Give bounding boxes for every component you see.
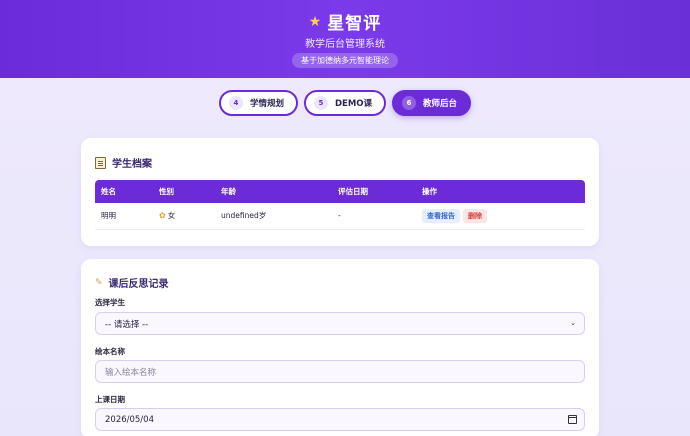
app-subtitle: 教学后台管理系统 (305, 39, 385, 50)
delete-button[interactable]: 删除 (463, 208, 487, 223)
tab-number: 6 (402, 96, 417, 110)
star-icon: ★ (308, 13, 322, 30)
student-select-value: -- 请选择 -- (105, 319, 149, 330)
class-date-value: 2026/05/04 (105, 414, 154, 425)
tab-number: 4 (228, 96, 243, 110)
tab-label: 教师后台 (423, 99, 458, 109)
column-header: 姓名 (101, 187, 116, 196)
column-header: 性别 (159, 187, 174, 196)
student-profiles-card: 学生档案 姓名 性别 年龄 评估日期 操作 明明 ✿ 女 undefined岁 -… (81, 138, 599, 246)
column-header: 操作 (422, 187, 437, 196)
table-row: 明明 ✿ 女 undefined岁 - 查看报告 删除 (95, 203, 585, 230)
student-name: 明明 (95, 203, 153, 230)
reflection-title: 课后反思记录 (108, 279, 169, 290)
tab-demo-class[interactable]: 5 DEMO课 (303, 90, 387, 116)
tab-label: 学情规划 (249, 99, 284, 109)
gender-text: 女 (167, 211, 176, 221)
card-title: 学生档案 (95, 155, 152, 170)
memo-icon: ✎ (95, 277, 103, 288)
class-date-input[interactable]: 2026/05/04 (95, 408, 585, 431)
column-header: 年龄 (221, 187, 236, 196)
student-age: undefined岁 (215, 203, 332, 230)
app-title: 星智评 (327, 14, 382, 34)
student-gender: ✿ 女 (153, 203, 215, 230)
step-tabs: 4 学情规划 5 DEMO课 6 教师后台 (0, 90, 690, 116)
profiles-title: 学生档案 (112, 159, 152, 170)
document-icon (95, 156, 106, 169)
chevron-down-icon: ⌄ (570, 319, 576, 327)
card-title: ✎ 课后反思记录 (95, 275, 169, 291)
calendar-icon[interactable] (568, 415, 577, 424)
book-name-input[interactable]: 输入绘本名称 (95, 360, 585, 383)
female-icon: ✿ (159, 211, 166, 221)
assessment-date: - (332, 203, 416, 230)
row-actions: 查看报告 删除 (416, 203, 585, 230)
app-header: ★ 星智评 教学后台管理系统 基于加德纳多元智能理论 (0, 0, 690, 78)
student-select-label: 选择学生 (95, 298, 125, 307)
tab-label: DEMO课 (334, 99, 373, 109)
title-row: ★ 星智评 (0, 9, 690, 34)
tab-study-plan[interactable]: 4 学情规划 (218, 90, 298, 116)
view-report-button[interactable]: 查看报告 (422, 208, 460, 223)
tab-number: 5 (313, 96, 328, 110)
student-select[interactable]: -- 请选择 -- ⌄ (95, 312, 585, 335)
book-name-placeholder: 输入绘本名称 (105, 367, 157, 378)
tab-teacher-backend[interactable]: 6 教师后台 (392, 90, 472, 116)
student-table: 姓名 性别 年龄 评估日期 操作 明明 ✿ 女 undefined岁 - 查看报告… (95, 180, 585, 230)
book-name-label: 绘本名称 (95, 347, 125, 356)
table-header-row: 姓名 性别 年龄 评估日期 操作 (95, 180, 585, 203)
reflection-card: ✎ 课后反思记录 选择学生 -- 请选择 -- ⌄ 绘本名称 输入绘本名称 上课… (81, 259, 599, 436)
class-date-label: 上课日期 (95, 395, 125, 404)
theory-badge: 基于加德纳多元智能理论 (292, 53, 398, 68)
column-header: 评估日期 (338, 187, 368, 196)
